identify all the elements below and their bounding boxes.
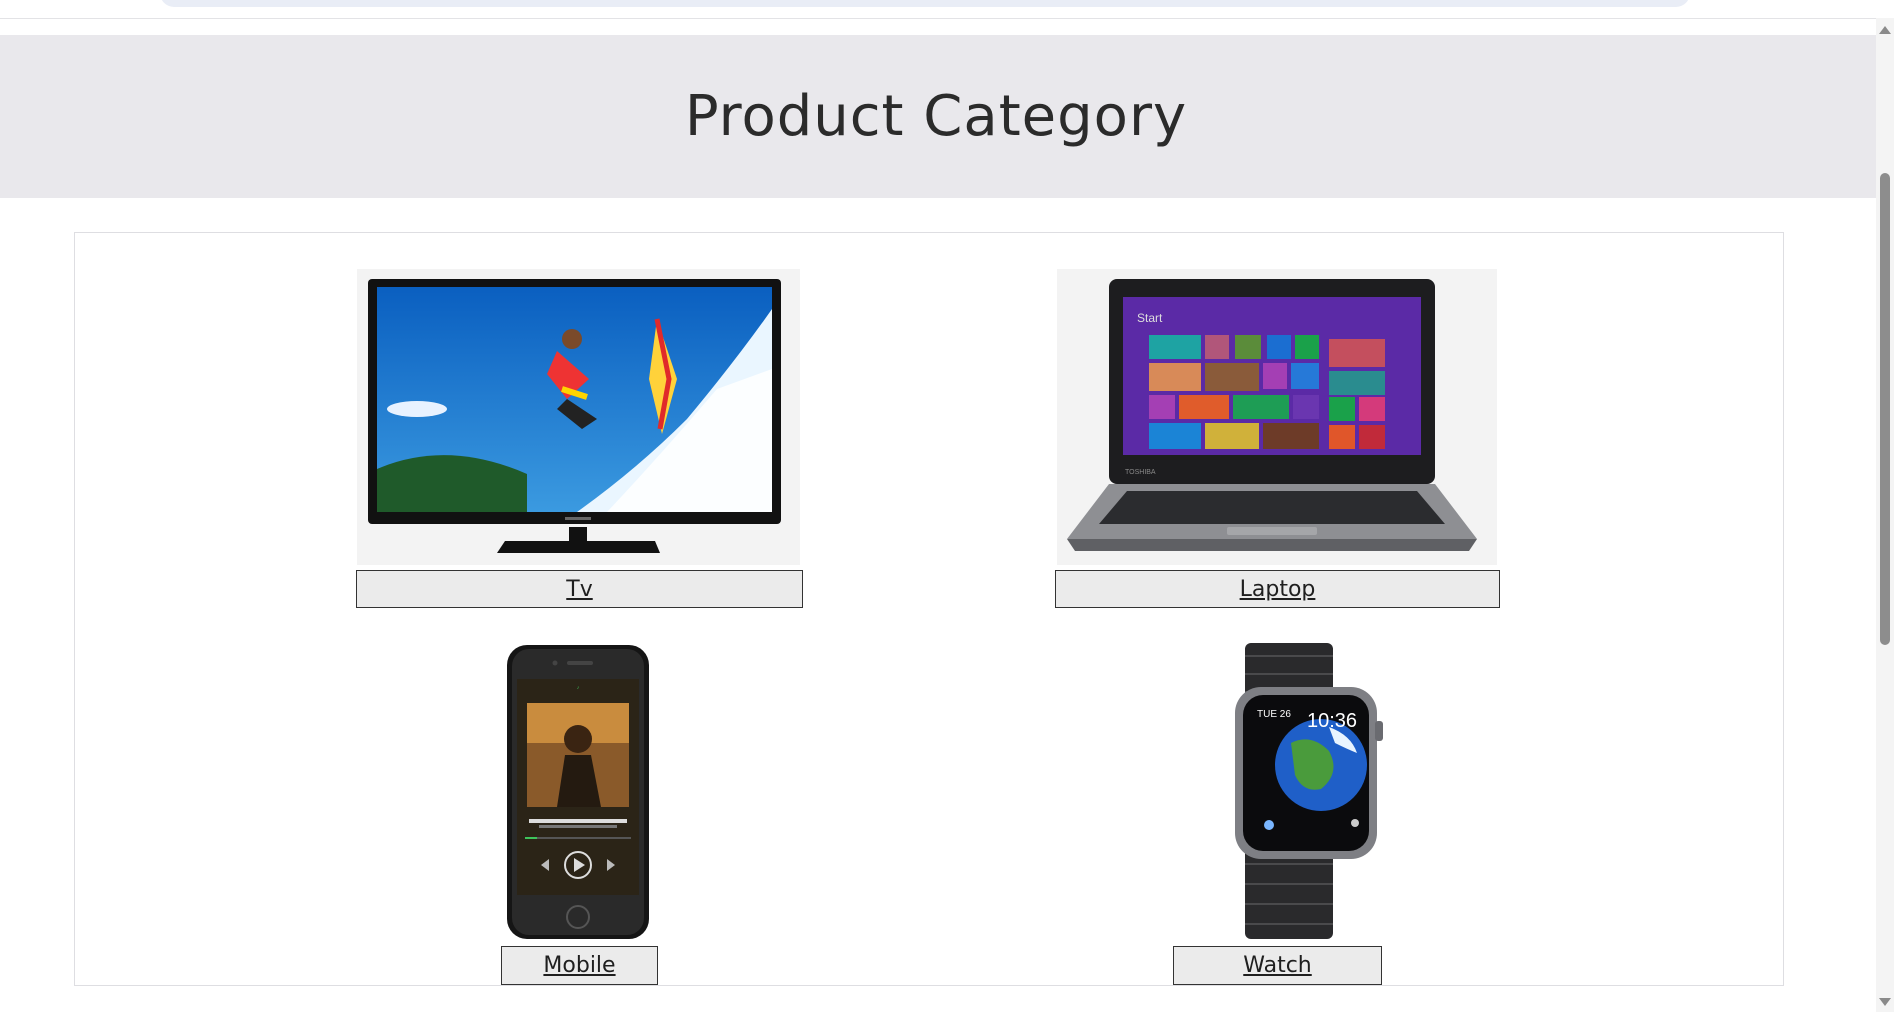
category-link-laptop[interactable]: Laptop xyxy=(1055,570,1500,608)
laptop-brand: TOSHIBA xyxy=(1125,469,1156,476)
search-bar-edge[interactable] xyxy=(160,0,1690,7)
vertical-scrollbar[interactable] xyxy=(1876,18,1894,1012)
category-link-mobile[interactable]: Mobile xyxy=(501,946,658,985)
top-nav-bar xyxy=(0,0,1876,19)
page-title: Product Category xyxy=(684,84,1188,149)
category-link-watch[interactable]: Watch xyxy=(1173,946,1382,985)
watch-product-image[interactable]: TUE 26 10:36 xyxy=(1211,643,1387,941)
scroll-up-arrow-icon[interactable] xyxy=(1879,26,1891,34)
laptop-screen-start: Start xyxy=(1137,311,1163,325)
scroll-down-arrow-icon[interactable] xyxy=(1879,998,1891,1006)
scrollbar-thumb[interactable] xyxy=(1880,173,1890,645)
tv-product-image[interactable] xyxy=(357,269,800,565)
watch-date: TUE 26 xyxy=(1257,709,1291,720)
page-header-banner: Product Category xyxy=(0,35,1876,198)
mobile-product-image[interactable]: ♪ xyxy=(505,643,651,941)
laptop-product-image[interactable]: Start TOSHIBA xyxy=(1057,269,1497,565)
category-panel: Tv Start TOSHIBA Laptop ♪ Mobile TUE 26 … xyxy=(74,232,1784,986)
watch-time: 10:36 xyxy=(1307,710,1357,732)
category-link-tv[interactable]: Tv xyxy=(356,570,803,608)
